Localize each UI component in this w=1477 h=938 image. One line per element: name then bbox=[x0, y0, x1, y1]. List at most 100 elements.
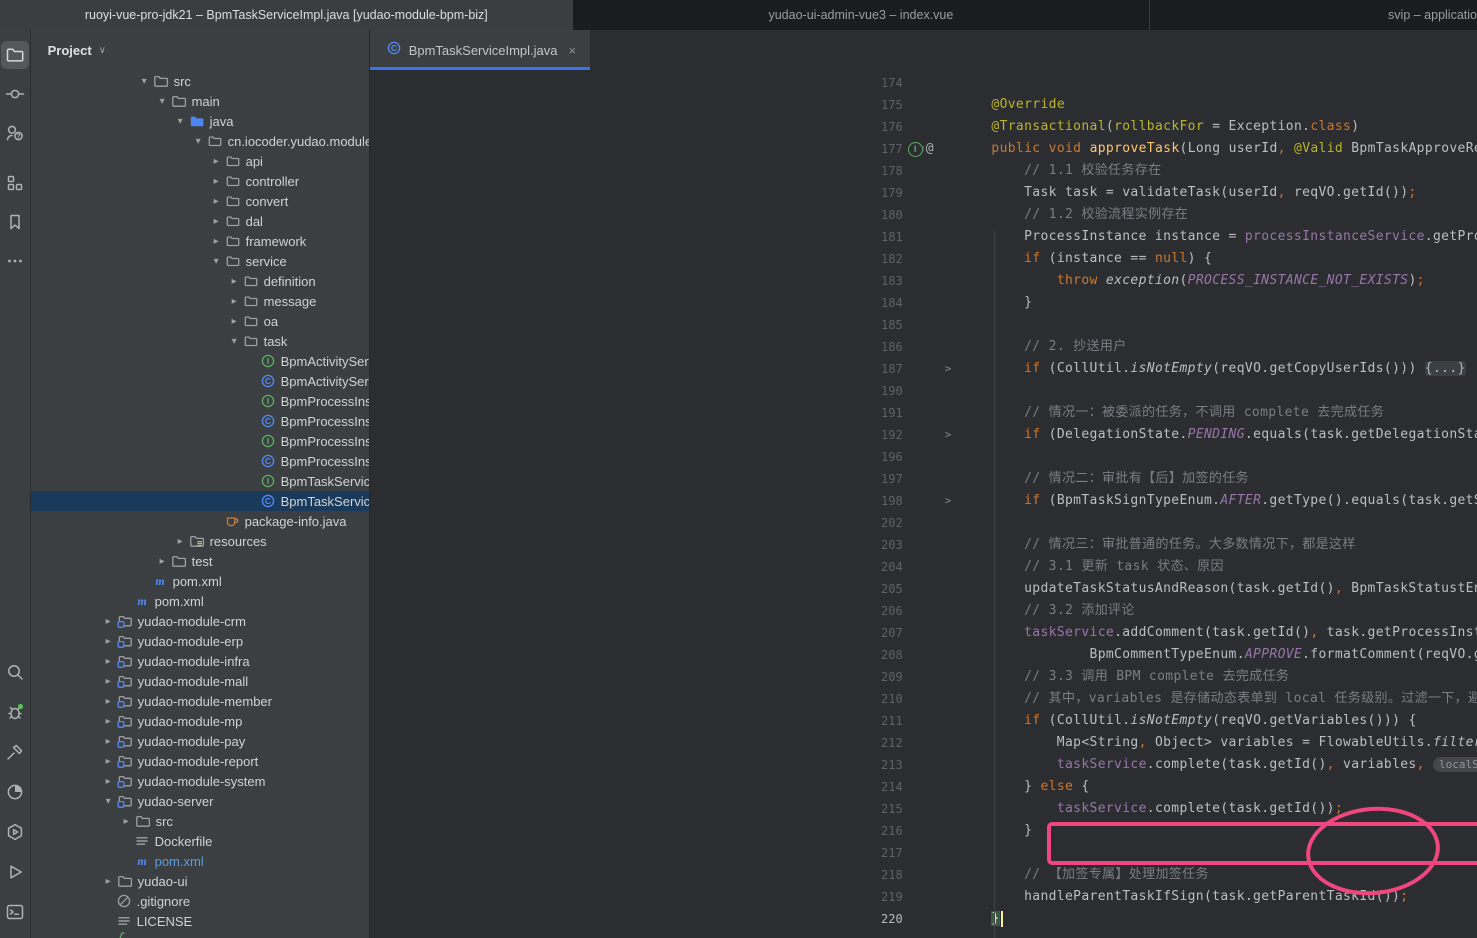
gutter-icons[interactable]: I↑@ bbox=[908, 138, 956, 160]
search-icon[interactable] bbox=[1, 658, 29, 686]
chevron-right-icon[interactable]: ▸ bbox=[100, 636, 117, 647]
chevron-right-icon[interactable]: ▸ bbox=[226, 296, 243, 307]
tree-item-convert[interactable]: ▸convert bbox=[31, 191, 369, 211]
tree-item-bpmactivityservice[interactable]: IBpmActivityService bbox=[31, 351, 369, 371]
chevron-right-icon[interactable]: ▸ bbox=[100, 676, 117, 687]
tree-item-pom.xml[interactable]: mpom.xml bbox=[31, 571, 369, 591]
project-panel-header[interactable]: Project ∨ bbox=[31, 30, 369, 70]
commit-icon[interactable] bbox=[1, 80, 29, 108]
code-line-181[interactable]: 181 ProcessInstance instance = processIn… bbox=[370, 226, 1477, 248]
code-line-190[interactable]: 190 bbox=[370, 380, 1477, 402]
tree-item-cn.iocoder.yudao.module.bpm[interactable]: ▾cn.iocoder.yudao.module.bpm bbox=[31, 131, 369, 151]
code-line-191[interactable]: 191 // 情况一：被委派的任务，不调用 complete 去完成任务 bbox=[370, 402, 1477, 424]
window-tab-1[interactable]: yudao-ui-admin-vue3 – index.vue bbox=[573, 0, 1150, 30]
editor-tab-bpmtaskserviceimpl[interactable]: C BpmTaskServiceImpl.java × bbox=[370, 30, 590, 70]
code-line-180[interactable]: 180 // 1.2 校验流程实例存在 bbox=[370, 204, 1477, 226]
chevron-down-icon[interactable]: ▾ bbox=[190, 136, 207, 147]
code-line-176[interactable]: 176 @Transactional(rollbackFor = Excepti… bbox=[370, 116, 1477, 138]
window-tab-0[interactable]: ruoyi-vue-pro-jdk21 – BpmTaskServiceImpl… bbox=[0, 0, 573, 30]
code-line-211[interactable]: 211 if (CollUtil.isNotEmpty(reqVO.getVar… bbox=[370, 710, 1477, 732]
code-line-205[interactable]: 205 updateTaskStatusAndReason(task.getId… bbox=[370, 578, 1477, 600]
code-line-175[interactable]: 175 @Override bbox=[370, 94, 1477, 116]
code-line-218[interactable]: 218 // 【加签专属】处理加签任务 bbox=[370, 864, 1477, 886]
chevron-down-icon[interactable]: ▾ bbox=[136, 76, 153, 87]
chevron-right-icon[interactable]: ▸ bbox=[154, 556, 171, 567]
code-line-202[interactable]: 202 bbox=[370, 512, 1477, 534]
tree-item-partial[interactable] bbox=[31, 931, 369, 938]
chevron-right-icon[interactable]: ▸ bbox=[100, 616, 117, 627]
tree-item-message[interactable]: ▸message bbox=[31, 291, 369, 311]
terminal-icon[interactable] bbox=[1, 898, 29, 926]
fold-arrow-icon[interactable]: > bbox=[945, 424, 952, 446]
tree-item-pom.xml[interactable]: mpom.xml bbox=[31, 591, 369, 611]
tree-item-yudao-module-infra[interactable]: ▸yudao-module-infra bbox=[31, 651, 369, 671]
code-line-206[interactable]: 206 // 3.2 添加评论 bbox=[370, 600, 1477, 622]
tree-item-src[interactable]: ▾src bbox=[31, 71, 369, 91]
tree-item-framework[interactable]: ▸framework bbox=[31, 231, 369, 251]
chevron-right-icon[interactable]: ▸ bbox=[100, 656, 117, 667]
build-icon[interactable] bbox=[1, 738, 29, 766]
tree-item-yudao-ui[interactable]: ▸yudao-ui bbox=[31, 871, 369, 891]
chevron-right-icon[interactable]: ▸ bbox=[208, 176, 225, 187]
bug-icon[interactable] bbox=[1, 698, 29, 726]
code-line-197[interactable]: 197 // 情况二：审批有【后】加签的任务 bbox=[370, 468, 1477, 490]
tree-item-yudao-module-pay[interactable]: ▸yudao-module-pay bbox=[31, 731, 369, 751]
tree-item-yudao-module-crm[interactable]: ▸yudao-module-crm bbox=[31, 611, 369, 631]
tree-item-main[interactable]: ▾main bbox=[31, 91, 369, 111]
tree-item-task[interactable]: ▾task bbox=[31, 331, 369, 351]
run-icon[interactable] bbox=[1, 858, 29, 886]
code-line-207[interactable]: 207 taskService.addComment(task.getId(),… bbox=[370, 622, 1477, 644]
code-line-198[interactable]: 198> if (BpmTaskSignTypeEnum.AFTER.getTy… bbox=[370, 490, 1477, 512]
code-viewport[interactable]: 174175 @Override176 @Transactional(rollb… bbox=[370, 70, 1477, 938]
code-line-179[interactable]: 179 Task task = validateTask(userId, req… bbox=[370, 182, 1477, 204]
tree-item-bpmtaskserviceimpl[interactable]: CBpmTaskServiceImpl bbox=[31, 491, 369, 511]
code-line-212[interactable]: 212 Map<String, Object> variables = Flow… bbox=[370, 732, 1477, 754]
tree-item-yudao-module-erp[interactable]: ▸yudao-module-erp bbox=[31, 631, 369, 651]
tree-item-bpmactivityserviceimpl[interactable]: CBpmActivityServiceImpl bbox=[31, 371, 369, 391]
chevron-down-icon[interactable]: ▾ bbox=[226, 336, 243, 347]
tree-item-api[interactable]: ▸api bbox=[31, 151, 369, 171]
tree-item-yudao-module-mp[interactable]: ▸yudao-module-mp bbox=[31, 711, 369, 731]
code-line-183[interactable]: 183 throw exception(PROCESS_INSTANCE_NOT… bbox=[370, 270, 1477, 292]
code-line-220[interactable]: 220 } bbox=[370, 908, 1477, 930]
services-icon[interactable] bbox=[1, 818, 29, 846]
tree-item-service[interactable]: ▾service bbox=[31, 251, 369, 271]
chevron-right-icon[interactable]: ▸ bbox=[172, 536, 189, 547]
tree-item-yudao-module-system[interactable]: ▸yudao-module-system bbox=[31, 771, 369, 791]
folded-region[interactable]: {...} bbox=[1425, 361, 1466, 376]
chevron-right-icon[interactable]: ▸ bbox=[208, 156, 225, 167]
code-line-203[interactable]: 203 // 情况三：审批普通的任务。大多数情况下，都是这样 bbox=[370, 534, 1477, 556]
project-folder-icon[interactable] bbox=[1, 41, 29, 69]
close-icon[interactable]: × bbox=[569, 43, 577, 58]
chevron-right-icon[interactable]: ▸ bbox=[100, 696, 117, 707]
profiler-icon[interactable] bbox=[1, 778, 29, 806]
chevron-down-icon[interactable]: ▾ bbox=[208, 256, 225, 267]
tree-item-controller[interactable]: ▸controller bbox=[31, 171, 369, 191]
tree-item-dal[interactable]: ▸dal bbox=[31, 211, 369, 231]
code-line-215[interactable]: 215 taskService.complete(task.getId()); bbox=[370, 798, 1477, 820]
chevron-right-icon[interactable]: ▸ bbox=[208, 196, 225, 207]
chevron-down-icon[interactable]: ▾ bbox=[172, 116, 189, 127]
tree-item-yudao-module-member[interactable]: ▸yudao-module-member bbox=[31, 691, 369, 711]
code-line-213[interactable]: 213 taskService.complete(task.getId(), v… bbox=[370, 754, 1477, 776]
code-line-217[interactable]: 217 bbox=[370, 842, 1477, 864]
tree-item-bpmtaskservice[interactable]: IBpmTaskService bbox=[31, 471, 369, 491]
tree-item-definition[interactable]: ▸definition bbox=[31, 271, 369, 291]
structure-icon[interactable] bbox=[1, 169, 29, 197]
pull-requests-icon[interactable]: ? bbox=[1, 119, 29, 147]
chevron-right-icon[interactable]: ▸ bbox=[100, 716, 117, 727]
implements-icon[interactable]: I↑ bbox=[908, 142, 923, 157]
code-line-182[interactable]: 182 if (instance == null) { bbox=[370, 248, 1477, 270]
chevron-right-icon[interactable]: ▸ bbox=[118, 816, 135, 827]
code-line-184[interactable]: 184 } bbox=[370, 292, 1477, 314]
tree-item-bpmprocessinstancecopyservice[interactable]: IBpmProcessInstanceCopyService bbox=[31, 391, 369, 411]
chevron-right-icon[interactable]: ▸ bbox=[100, 776, 117, 787]
chevron-right-icon[interactable]: ▸ bbox=[226, 276, 243, 287]
tree-item-src[interactable]: ▸src bbox=[31, 811, 369, 831]
code-line-204[interactable]: 204 // 3.1 更新 task 状态、原因 bbox=[370, 556, 1477, 578]
code-line-186[interactable]: 186 // 2. 抄送用户 bbox=[370, 336, 1477, 358]
tree-item-test[interactable]: ▸test bbox=[31, 551, 369, 571]
tree-item-resources[interactable]: ▸resources bbox=[31, 531, 369, 551]
code-line-214[interactable]: 214 } else { bbox=[370, 776, 1477, 798]
code-line-210[interactable]: 210 // 其中，variables 是存储动态表单到 local 任务级别。… bbox=[370, 688, 1477, 710]
